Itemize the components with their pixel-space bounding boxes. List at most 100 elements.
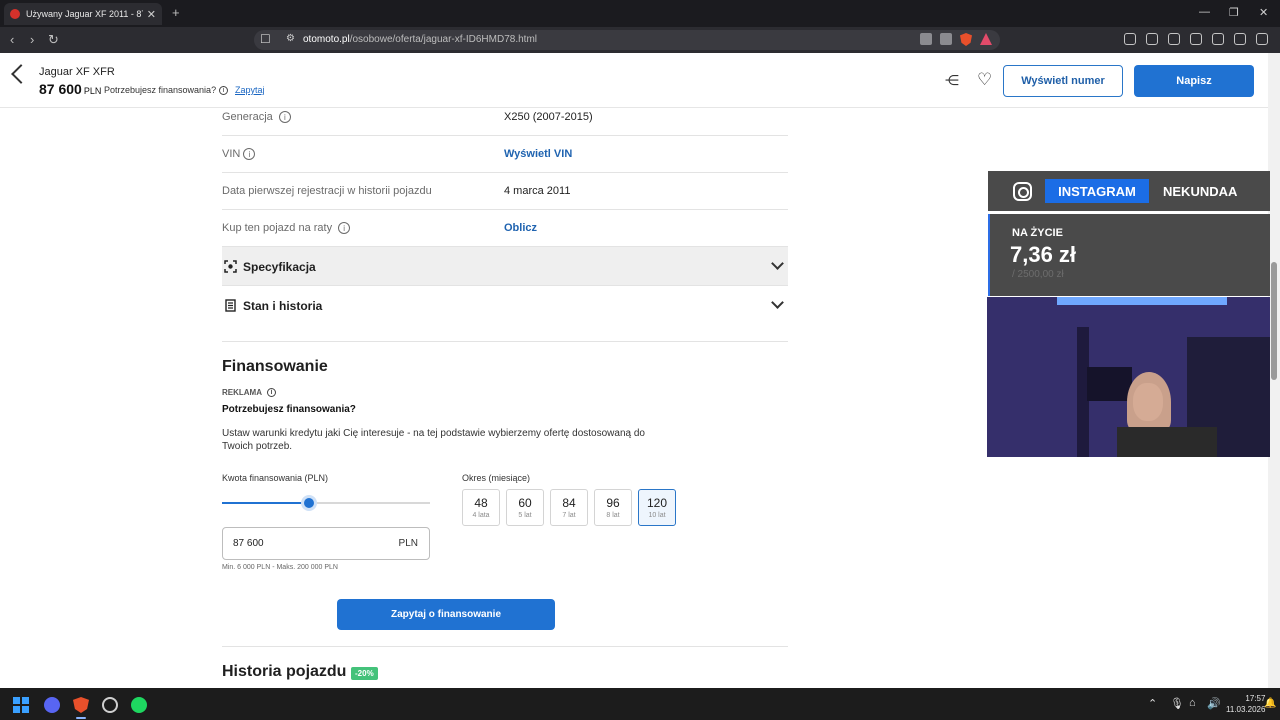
share-page-icon[interactable]: [940, 33, 952, 45]
notification-bell-icon[interactable]: 🔔: [1264, 698, 1276, 709]
forward-nav-icon[interactable]: ›: [30, 32, 34, 47]
reload-icon[interactable]: ↻: [48, 32, 59, 48]
period-years: 4 lata: [472, 512, 490, 519]
goal-total: / 2500,00 zł: [1012, 269, 1064, 280]
period-years: 10 lat: [648, 512, 666, 519]
microphone-icon[interactable]: 🎙: [1170, 697, 1184, 710]
ask-financing-button[interactable]: Zapytaj o finansowanie: [337, 599, 555, 630]
brave-shield-icon[interactable]: [960, 33, 972, 46]
period-months: 84: [562, 496, 576, 510]
wallet-icon[interactable]: [1190, 33, 1202, 45]
chevron-down-icon: [771, 296, 784, 309]
brave-browser-icon[interactable]: [73, 697, 89, 713]
browser-toolbar: ‹ › ↻ ☐ ⚙ otomoto.pl/osobowe/oferta/jagu…: [0, 27, 1280, 53]
accordion-label: Stan i historia: [243, 299, 323, 313]
clock-time: 17:57: [1245, 694, 1266, 703]
otomoto-favicon-icon: [10, 9, 20, 19]
windows-taskbar: ⌃ 🎙 ⌂ 🔊 17:57 11.03.2026 🔔: [0, 688, 1280, 720]
price-value: 87 600: [39, 81, 82, 97]
detail-value: X250 (2007-2015): [504, 111, 593, 123]
share-icon[interactable]: ⋲: [945, 73, 960, 88]
instagram-overlay: INSTAGRAM NEKUNDAA: [988, 171, 1270, 211]
detail-row-installments: Kup ten pojazd na raty i Oblicz: [222, 210, 788, 247]
windows-start-icon[interactable]: [13, 697, 29, 713]
brave-rewards-icon[interactable]: [980, 33, 992, 45]
detail-row-generation: Generacja i X250 (2007-2015): [222, 108, 788, 136]
tab-close-icon[interactable]: ✕: [147, 8, 156, 21]
period-months: 120: [646, 496, 668, 510]
back-nav-icon[interactable]: ‹: [10, 32, 14, 47]
tab-title: Używany Jaguar XF 2011 - 87 600: [26, 9, 143, 19]
info-icon[interactable]: i: [243, 148, 256, 161]
period-months: 96: [606, 496, 620, 510]
new-tab-button[interactable]: +: [172, 5, 180, 20]
detail-row-registration: Data pierwszej rejestracji w historii po…: [222, 173, 788, 210]
reading-mode-icon[interactable]: [1146, 33, 1158, 45]
ad-label: REKLAMA i: [222, 388, 276, 398]
amount-range: Min. 6 000 PLN - Maks. 200 000 PLN: [222, 564, 338, 571]
leo-ai-icon[interactable]: [1212, 33, 1224, 45]
info-icon[interactable]: i: [219, 86, 229, 96]
financing-title: Finansowanie: [222, 358, 328, 375]
url-text[interactable]: otomoto.pl/osobowe/oferta/jaguar-xf-ID6H…: [303, 34, 537, 45]
site-info-icon[interactable]: ⚙: [286, 33, 295, 44]
donation-goal-overlay: NA ŻYCIE 7,36 zł / 2500,00 zł: [988, 214, 1270, 296]
address-bar[interactable]: ☐ ⚙ otomoto.pl/osobowe/oferta/jaguar-xf-…: [254, 30, 1000, 50]
chevron-down-icon: [771, 257, 784, 270]
tray-chevron-up-icon[interactable]: ⌃: [1148, 697, 1157, 710]
back-arrow-icon[interactable]: [11, 64, 31, 84]
browser-tab-bar: Używany Jaguar XF 2011 - 87 600 ✕ + — ❐ …: [0, 0, 1280, 27]
info-icon[interactable]: i: [266, 388, 276, 398]
spotify-icon[interactable]: [131, 697, 147, 713]
period-option-96[interactable]: 96 8 lat: [594, 489, 632, 526]
financing-subtitle: Potrzebujesz finansowania?: [222, 404, 356, 415]
favorite-heart-icon[interactable]: ♡: [977, 71, 992, 88]
maximize-button[interactable]: ❐: [1229, 6, 1239, 19]
extensions-icon[interactable]: [1124, 33, 1136, 45]
period-label: Okres (miesiące): [462, 473, 531, 483]
browser-tab[interactable]: Używany Jaguar XF 2011 - 87 600 ✕: [4, 3, 162, 25]
period-option-84[interactable]: 84 7 lat: [550, 489, 588, 526]
period-months: 48: [474, 496, 488, 510]
info-icon[interactable]: i: [278, 111, 291, 124]
document-icon: [225, 299, 236, 312]
calculate-link[interactable]: Oblicz: [504, 222, 537, 234]
close-window-button[interactable]: ✕: [1259, 6, 1268, 19]
system-clock[interactable]: 17:57 11.03.2026: [1226, 693, 1265, 715]
slider-thumb[interactable]: [301, 495, 318, 511]
specification-icon: [224, 260, 237, 273]
cast-icon[interactable]: [920, 33, 932, 45]
goal-label: NA ŻYCIE: [1012, 227, 1063, 239]
discord-icon[interactable]: [44, 697, 60, 713]
sidebar-icon[interactable]: [1168, 33, 1180, 45]
period-option-48[interactable]: 48 4 lata: [462, 489, 500, 526]
period-options: 48 4 lata 60 5 lat 84 7 lat 96 8 lat 120 10 l…: [462, 489, 676, 526]
vpn-icon[interactable]: [1234, 33, 1246, 45]
accordion-condition-history[interactable]: Stan i historia: [222, 286, 788, 325]
period-years: 7 lat: [562, 512, 576, 519]
info-icon[interactable]: i: [338, 222, 351, 235]
scrollbar-thumb[interactable]: [1271, 262, 1277, 380]
detail-label: Kup ten pojazd na raty i: [222, 222, 351, 235]
webcam-feed: [987, 297, 1270, 457]
accordion-specification[interactable]: Specyfikacja: [222, 247, 788, 286]
amount-input[interactable]: 87 600 PLN: [222, 527, 430, 560]
network-icon[interactable]: ⌂: [1189, 697, 1196, 709]
ask-financing-link[interactable]: Zapytaj: [235, 85, 265, 95]
detail-label: Data pierwszej rejestracji w historii po…: [222, 185, 432, 197]
minimize-button[interactable]: —: [1199, 6, 1210, 18]
show-vin-link[interactable]: Wyświetl VIN: [504, 148, 572, 160]
obs-icon[interactable]: [102, 697, 118, 713]
instagram-icon: [1013, 182, 1032, 201]
menu-icon[interactable]: [1256, 33, 1268, 45]
bookmark-icon[interactable]: ☐: [260, 32, 271, 46]
instagram-handle: NEKUNDAA: [1163, 184, 1238, 199]
period-option-60[interactable]: 60 5 lat: [506, 489, 544, 526]
write-message-button[interactable]: Napisz: [1134, 65, 1254, 97]
price: 87 600 PLN: [39, 81, 101, 97]
amount-slider[interactable]: [222, 495, 430, 511]
period-option-120[interactable]: 120 10 lat: [638, 489, 676, 526]
show-number-button[interactable]: Wyświetl numer: [1003, 65, 1123, 97]
volume-icon[interactable]: 🔊: [1207, 697, 1221, 710]
amount-label: Kwota finansowania (PLN): [222, 473, 329, 483]
